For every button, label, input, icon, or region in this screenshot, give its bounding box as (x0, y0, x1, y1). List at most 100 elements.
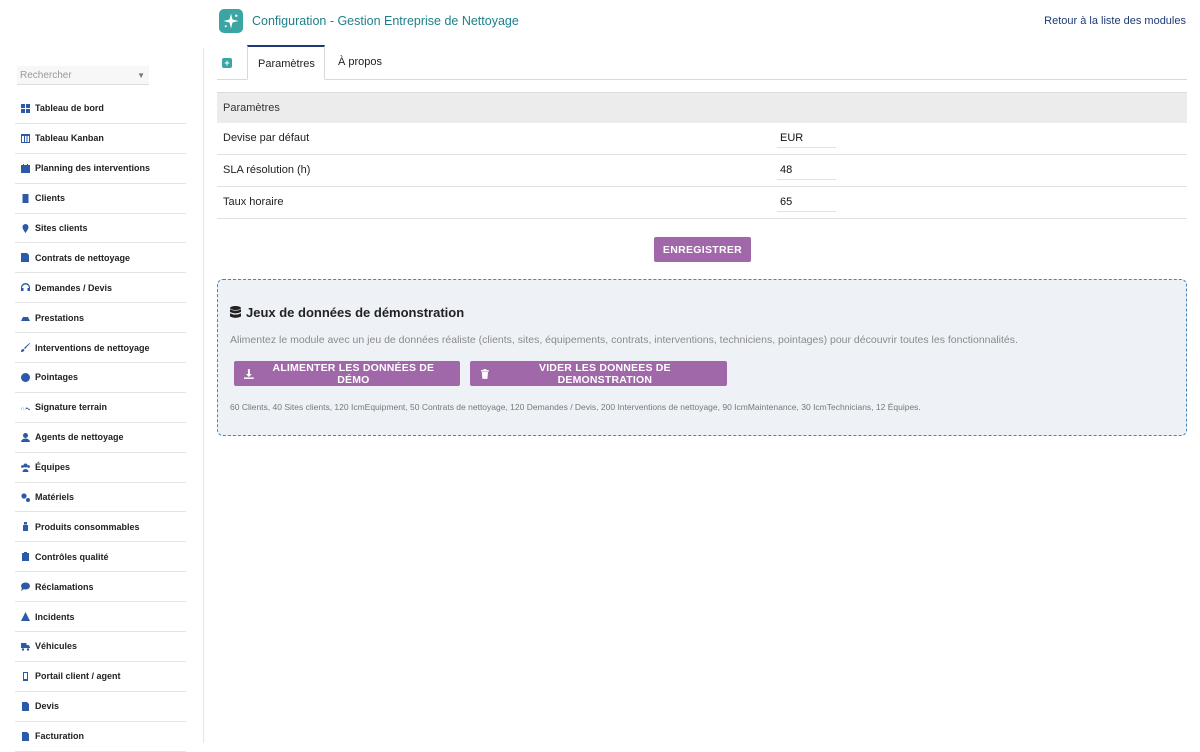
sidebar-item-label: Devis (35, 701, 60, 712)
sidebar-item-agents-de-nettoyage[interactable]: Agents de nettoyage (15, 423, 186, 453)
sla-input[interactable] (777, 161, 836, 180)
sidebar-item-signature-terrain[interactable]: Signature terrain (15, 393, 186, 423)
sidebar-item-label: Tableau Kanban (35, 133, 104, 144)
param-row-taux: Taux horaire (217, 187, 1187, 219)
param-label: SLA résolution (h) (223, 164, 311, 176)
clear-demo-data-button[interactable]: VIDER LES DONNEES DE DEMONSTRATION (470, 361, 727, 386)
page-title: Configuration - Gestion Entreprise de Ne… (252, 14, 519, 28)
demo-title-row: Jeux de données de démonstration (230, 305, 464, 320)
kanban-icon (20, 133, 30, 143)
sidebar-item-clients[interactable]: Clients (15, 184, 186, 214)
sidebar-item-label: Véhicules (35, 641, 78, 652)
user-icon (20, 432, 30, 442)
download-icon (244, 368, 254, 379)
sidebar: Rechercher ▼ Tableau de bord Tableau Kanb… (0, 0, 205, 752)
param-row-sla: SLA résolution (h) (217, 155, 1187, 187)
sidebar-item-facturation[interactable]: Facturation (15, 722, 186, 752)
sidebar-item-label: Incidents (35, 611, 75, 622)
demo-description: Alimentez le module avec un jeu de donné… (230, 334, 1018, 346)
clear-demo-label: VIDER LES DONNEES DE DEMONSTRATION (538, 361, 671, 386)
invoice-icon (20, 731, 30, 741)
sidebar-item-vehicules[interactable]: Véhicules (15, 632, 186, 662)
param-row-devise: Devise par défaut (217, 123, 1187, 155)
sidebar-item-tableau-de-bord[interactable]: Tableau de bord (15, 94, 186, 124)
sidebar-item-prestations[interactable]: Prestations (15, 303, 186, 334)
sidebar-item-label: Portail client / agent (35, 671, 121, 682)
sidebar-item-materiels[interactable]: Matériels (15, 483, 186, 513)
brush-icon (20, 343, 30, 353)
mobile-icon (20, 671, 30, 681)
sidebar-item-label: Clients (35, 193, 66, 204)
calendar-icon (20, 163, 30, 173)
sidebar-item-label: Équipes (35, 462, 71, 473)
sidebar-item-incidents[interactable]: Incidents (15, 602, 186, 633)
sidebar-item-devis[interactable]: Devis (15, 692, 186, 722)
file-icon (20, 701, 30, 711)
demo-title: Jeux de données de démonstration (246, 305, 465, 320)
truck-icon (20, 641, 30, 651)
signature-icon (20, 402, 30, 412)
sidebar-item-label: Planning des interventions (35, 163, 151, 174)
trash-icon (480, 368, 489, 379)
cogs-icon (20, 492, 30, 502)
sidebar-item-demandes-devis[interactable]: Demandes / Devis (15, 273, 186, 304)
tab-parametres[interactable]: Paramètres (247, 45, 325, 80)
dashboard-icon (20, 103, 30, 113)
sidebar-item-label: Matériels (35, 492, 75, 503)
spray-icon (20, 522, 30, 532)
sidebar-item-label: Contrats de nettoyage (35, 252, 131, 263)
building-icon (20, 193, 30, 203)
sidebar-item-label: Signature terrain (35, 402, 108, 413)
sidebar-item-equipes[interactable]: Équipes (15, 453, 186, 483)
sidebar-item-contrats-de-nettoyage[interactable]: Contrats de nettoyage (15, 243, 186, 274)
sidebar-item-label: Tableau de bord (35, 103, 104, 114)
feed-demo-label: ALIMENTER LES DONNÉES DE DÉMO (272, 361, 435, 386)
sidebar-menu: Tableau de bord Tableau Kanban Planning de… (15, 94, 186, 752)
headset-icon (20, 283, 30, 293)
tab-a-propos[interactable]: À propos (328, 45, 392, 80)
save-button[interactable]: ENREGISTRER (654, 237, 751, 262)
sidebar-item-reclamations[interactable]: Réclamations (15, 572, 186, 603)
back-to-modules-link[interactable]: Retour à la liste des modules (1044, 15, 1186, 27)
params-table: Paramètres Devise par défaut SLA résolut… (217, 92, 1187, 219)
comment-icon (20, 582, 30, 592)
sparkle-icon (219, 9, 243, 33)
search-placeholder: Rechercher (20, 70, 72, 81)
sidebar-item-interventions-de-nettoyage[interactable]: Interventions de nettoyage (15, 333, 186, 364)
taux-horaire-input[interactable] (777, 193, 836, 212)
sidebar-item-label: Contrôles qualité (35, 551, 109, 562)
demo-data-panel: Jeux de données de démonstration Aliment… (217, 279, 1187, 436)
contract-icon (20, 253, 30, 263)
map-pin-icon (20, 223, 30, 233)
sidebar-item-label: Demandes / Devis (35, 282, 113, 293)
warning-icon (20, 612, 30, 622)
sidebar-divider (203, 48, 204, 743)
demo-stats: 60 Clients, 40 Sites clients, 120 IcmEqu… (230, 402, 921, 412)
sidebar-item-label: Facturation (35, 731, 85, 742)
devise-input[interactable] (777, 129, 836, 148)
sidebar-item-label: Pointages (35, 372, 79, 383)
clipboard-check-icon (20, 552, 30, 562)
feed-demo-data-button[interactable]: ALIMENTER LES DONNÉES DE DÉMO (234, 361, 460, 386)
param-label: Taux horaire (223, 196, 284, 208)
params-section-title: Paramètres (217, 92, 1187, 123)
plus-square-icon: + (222, 58, 232, 68)
sidebar-item-produits-consommables[interactable]: Produits consommables (15, 512, 186, 543)
sidebar-item-label: Produits consommables (35, 521, 140, 532)
database-icon (230, 306, 241, 319)
clock-icon (20, 372, 30, 382)
sidebar-item-sites-clients[interactable]: Sites clients (15, 214, 186, 244)
sidebar-item-label: Sites clients (35, 223, 88, 233)
sidebar-item-portail-client-agent[interactable]: Portail client / agent (15, 662, 186, 692)
chevron-down-icon: ▼ (137, 71, 145, 80)
sidebar-item-label: Réclamations (35, 581, 94, 592)
sidebar-search-select[interactable]: Rechercher ▼ (17, 66, 149, 85)
param-label: Devise par défaut (223, 132, 310, 144)
sidebar-item-tableau-kanban[interactable]: Tableau Kanban (15, 124, 186, 154)
broom-icon (20, 313, 30, 323)
sidebar-item-controles-qualite[interactable]: Contrôles qualité (15, 542, 186, 573)
sidebar-item-pointages[interactable]: Pointages (15, 363, 186, 393)
sidebar-item-planning-des-interventions[interactable]: Planning des interventions (15, 154, 186, 184)
sidebar-item-label: Prestations (35, 312, 85, 323)
sidebar-item-label: Interventions de nettoyage (35, 342, 150, 353)
